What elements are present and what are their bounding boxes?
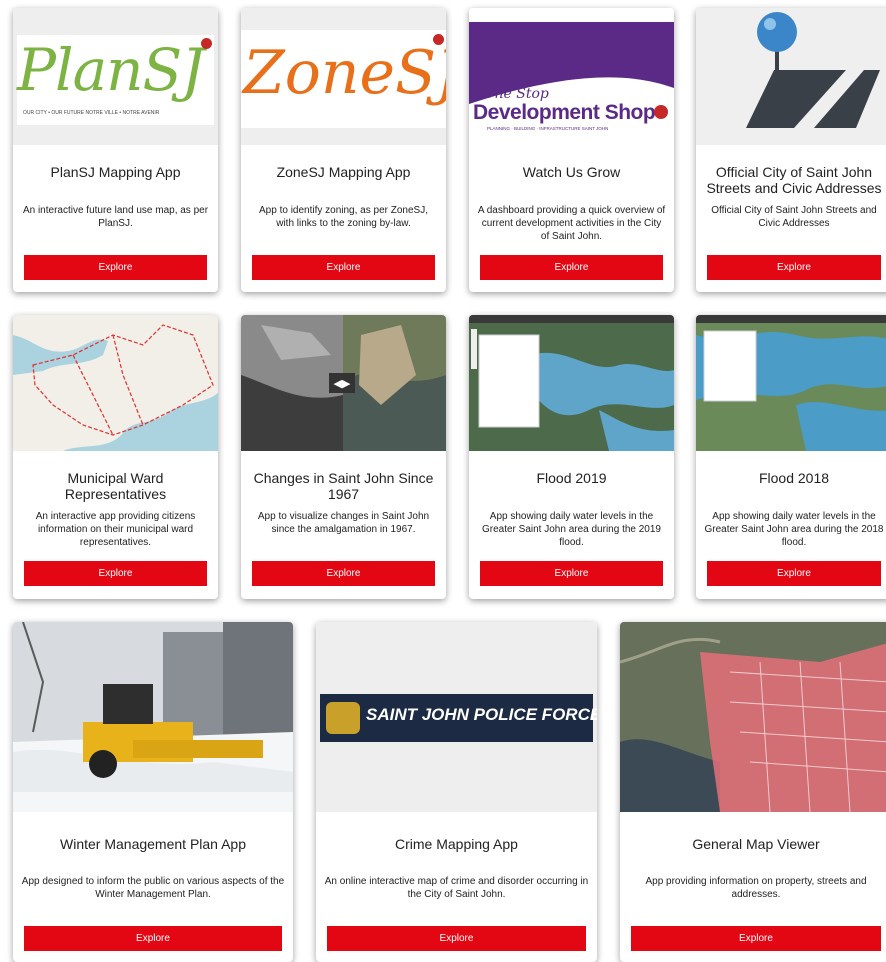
card-title: ZoneSJ Mapping App (276, 164, 411, 180)
explore-button[interactable]: Explore (252, 255, 435, 280)
map-pin-icon (696, 8, 886, 145)
card-plansj: PlanSJ OUR CITY • OUR FUTURE NOTRE VILLE… (13, 8, 218, 292)
card-description: An interactive future land use map, as p… (22, 205, 209, 229)
card-title: Flood 2019 (536, 470, 607, 486)
card-title: Changes in Saint John Since 1967 (253, 470, 434, 502)
zonesj-logo: ZoneSJ (241, 8, 446, 145)
police-crest-icon (326, 702, 360, 734)
plansj-logo-tagline: OUR CITY • OUR FUTURE NOTRE VILLE • NOTR… (23, 110, 160, 116)
explore-button[interactable]: Explore (24, 926, 282, 951)
card-title: PlanSJ Mapping App (50, 164, 181, 180)
city-seal-icon (201, 38, 212, 49)
card-changes-1967: ◀▶ Changes in Saint John Since 1967 App … (241, 315, 446, 599)
card-description: App showing daily water levels in the Gr… (481, 511, 661, 548)
card-description: App to identify zoning, as per ZoneSJ, w… (259, 205, 428, 229)
card-description: An interactive app providing citizens in… (35, 511, 196, 548)
city-seal-icon (654, 105, 668, 119)
development-shop-logo: One Stop Development Shop PLANNING · BUI… (469, 8, 674, 145)
explore-button[interactable]: Explore (707, 561, 881, 586)
card-description: An online interactive map of crime and d… (324, 876, 589, 900)
swipe-handle-icon: ◀▶ (329, 373, 355, 393)
explore-button[interactable]: Explore (24, 255, 207, 280)
explore-button[interactable]: Explore (480, 255, 663, 280)
card-description: Official City of Saint John Streets and … (711, 205, 877, 229)
map-pin-image (696, 8, 886, 145)
card-title: General Map Viewer (692, 836, 820, 852)
card-watch-us-grow: One Stop Development Shop PLANNING · BUI… (469, 8, 674, 292)
card-crime-mapping: SAINT JOHN POLICE FORCE Crime Mapping Ap… (316, 622, 597, 962)
explore-button[interactable]: Explore (707, 255, 881, 280)
card-winter-management: Winter Management Plan App App designed … (13, 622, 293, 962)
card-description: App providing information on property, s… (645, 876, 867, 900)
card-title: Winter Management Plan App (60, 836, 246, 852)
police-banner: SAINT JOHN POLICE FORCE (316, 622, 597, 812)
explore-button[interactable]: Explore (480, 561, 663, 586)
card-title: Municipal Ward Representatives (64, 470, 167, 502)
card-flood-2019: Flood 2019 App showing daily water level… (469, 315, 674, 599)
card-ward-representatives: Municipal Ward Representatives An intera… (13, 315, 218, 599)
flood-map (696, 315, 886, 451)
parcel-map (620, 622, 886, 812)
card-description: App designed to inform the public on var… (21, 876, 285, 900)
logo-tagline: PLANNING · BUILDING · INFRASTRUCTURE SAI… (487, 126, 609, 131)
police-banner-text: SAINT JOHN POLICE FORCE (366, 705, 597, 724)
logo-one-stop: One Stop (483, 86, 549, 102)
card-general-map-viewer: General Map Viewer App providing informa… (620, 622, 886, 962)
explore-button[interactable]: Explore (631, 926, 881, 951)
swipe-comparison-image: ◀▶ (241, 315, 446, 451)
explore-button[interactable]: Explore (24, 561, 207, 586)
logo-dev-shop: Development Shop (473, 101, 656, 124)
card-description: App showing daily water levels in the Gr… (704, 511, 884, 548)
card-zonesj: ZoneSJ ZoneSJ Mapping App App to identif… (241, 8, 446, 292)
city-seal-icon (433, 34, 444, 45)
card-title: Flood 2018 (758, 470, 830, 486)
card-streets-addresses: Official City of Saint John Streets and … (696, 8, 886, 292)
plansj-logo: PlanSJ OUR CITY • OUR FUTURE NOTRE VILLE… (13, 8, 218, 145)
card-title: Watch Us Grow (522, 164, 621, 180)
explore-button[interactable]: Explore (327, 926, 586, 951)
flood-2019-image (469, 315, 674, 451)
card-title: Official City of Saint John Streets and … (706, 164, 882, 196)
zonesj-logo-text: ZoneSJ (243, 38, 446, 108)
card-title: Crime Mapping App (395, 836, 518, 852)
flood-2018-image (696, 315, 886, 451)
card-flood-2018: Flood 2018 App showing daily water level… (696, 315, 886, 599)
snow-plow-image (13, 622, 293, 812)
card-description: App to visualize changes in Saint John s… (257, 511, 430, 535)
ward-map (13, 315, 218, 451)
plansj-logo-text: PlanSJ (17, 36, 204, 104)
explore-button[interactable]: Explore (252, 561, 435, 586)
ward-map-image (13, 315, 218, 451)
general-map-image (620, 622, 886, 812)
snow-plow-photo (13, 622, 293, 812)
flood-map (469, 315, 674, 451)
card-description: A dashboard providing a quick overview o… (477, 205, 666, 242)
